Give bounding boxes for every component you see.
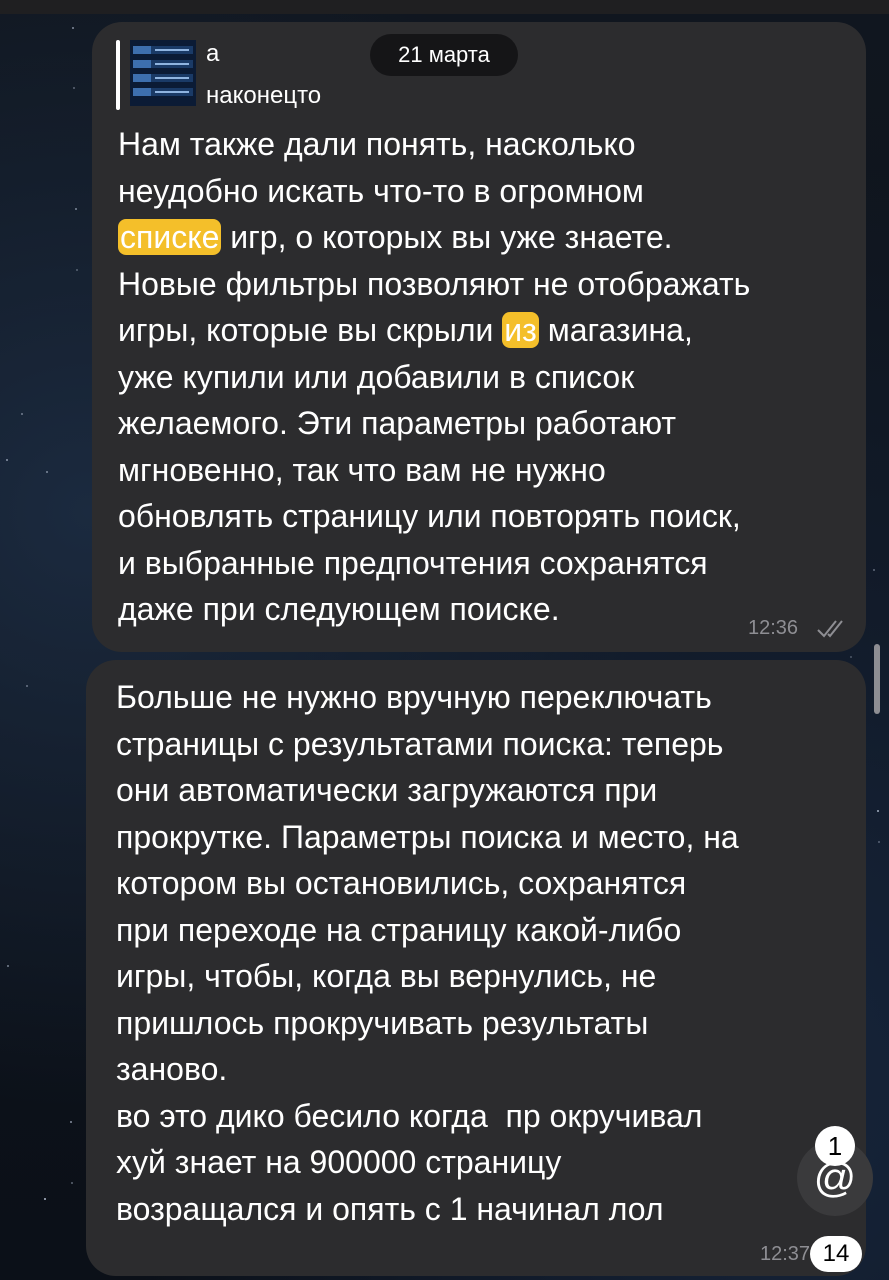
reply-quoted-text[interactable]: наконецто [206, 82, 321, 110]
message-text-run: Новые фильтры позволяют не отображать [118, 265, 751, 302]
star-dot [877, 840, 880, 843]
message-line: и выбранные предпочтения сохранятся [118, 540, 750, 587]
thumbnail-row [133, 88, 193, 96]
message-text-run: уже купили или добавили в список [118, 358, 635, 395]
message-line: они автоматически загружаются при [116, 767, 739, 814]
star-dot [75, 208, 78, 211]
message-text-run: неудобно искать что-то в огромном [118, 172, 644, 209]
reply-thumbnail[interactable] [130, 40, 196, 106]
message-text-run: заново. [116, 1051, 228, 1087]
message-line: игры, которые вы скрыли из магазина, [118, 307, 750, 354]
message-line: Нам также дали понять, насколько [118, 121, 750, 168]
message-line: даже при следующем поиске. [118, 586, 750, 633]
message-text-run: желаемого. Эти параметры работают [118, 405, 677, 441]
message-line: возращался и опять с 1 начинал лол [116, 1186, 739, 1233]
message-line: страницы с результатами поиска: теперь [116, 721, 739, 768]
message-line: котором вы остановились, сохранятся [116, 860, 739, 907]
message-text-run: игры, чтобы, когда вы вернулись, не [116, 958, 657, 994]
thumbnail-row [133, 60, 193, 68]
unread-count-badge[interactable]: 14 [810, 1236, 862, 1272]
star-dot [44, 1198, 47, 1201]
reply-sender-name[interactable]: а [206, 40, 219, 68]
message-line: Больше не нужно вручную переключать [116, 674, 739, 721]
star-dot [877, 810, 880, 813]
message-line: заново. [116, 1046, 739, 1093]
search-highlight[interactable]: списке [118, 219, 222, 255]
search-highlight[interactable]: из [502, 312, 539, 348]
star-dot [6, 459, 9, 462]
star-dot [21, 412, 24, 415]
star-dot [70, 1181, 73, 1184]
star-dot [7, 965, 10, 968]
message-text-run: Нам также дали понять, насколько [118, 126, 636, 162]
message-line: прокрутке. Параметры поиска и место, на [116, 814, 739, 861]
scrollbar[interactable] [874, 644, 880, 714]
message-line: во это дико бесило когда пр окручивал [116, 1093, 739, 1140]
message-text-run: мгновенно, так что вам не нужно [118, 451, 606, 488]
message-text-run: даже при следующем поиске. [118, 591, 560, 627]
message-text-run: и выбранные предпочтения сохранятся [118, 544, 708, 581]
message-line: Новые фильтры позволяют не отображать [118, 261, 750, 308]
message-text-run: во это дико бесило когда пр окручивал [116, 1097, 703, 1134]
message-text-run: пришлось прокручивать результаты [116, 1004, 649, 1041]
message-text-run: возращался и опять с 1 начинал лол [116, 1190, 664, 1227]
message-time-1: 12:36 [748, 617, 799, 639]
message-text-run: магазина, [538, 312, 693, 348]
star-dot [25, 684, 28, 687]
double-check-icon [817, 620, 843, 638]
star-dot [45, 470, 48, 473]
message-line: уже купили или добавили в список [118, 354, 750, 401]
message-text-run: прокрутке. Параметры поиска и место, на [116, 818, 739, 855]
message-line: желаемого. Эти параметры работают [118, 400, 750, 447]
message-text-run: страницы с результатами поиска: теперь [116, 725, 724, 762]
star-dot [69, 1121, 72, 1124]
message-line: при переходе на страницу какой-либо [116, 907, 739, 954]
date-pill: 21 марта [370, 34, 518, 76]
message-line: обновлять страницу или повторять поиск, [118, 493, 750, 540]
message-time-2: 12:37 [760, 1243, 811, 1265]
mention-count-badge: 1 [815, 1126, 855, 1166]
message-text-2: Больше не нужно вручную переключать стран… [116, 674, 739, 1232]
star-dot [873, 568, 876, 571]
message-text-run: котором вы остановились, сохранятся [116, 865, 687, 901]
top-bar-edge [0, 0, 889, 14]
message-line: хуй знает на 900000 страницу [116, 1139, 739, 1186]
message-line: игры, чтобы, когда вы вернулись, не [116, 953, 739, 1000]
message-line: мгновенно, так что вам не нужно [118, 447, 750, 494]
message-text-run: игр, о которых вы уже знаете. [221, 219, 673, 255]
message-line: списке игр, о которых вы уже знаете. [118, 214, 750, 261]
star-dot [850, 656, 853, 659]
message-text-run: хуй знает на 900000 страницу [116, 1144, 562, 1180]
star-dot [76, 268, 79, 271]
reply-quote-bar [116, 40, 120, 110]
message-text-run: обновлять страницу или повторять поиск, [118, 498, 741, 534]
message-text-run: игры, которые вы скрыли [118, 312, 503, 348]
message-line: неудобно искать что-то в огромном [118, 168, 750, 215]
message-text-run: они автоматически загружаются при [116, 772, 658, 808]
message-text-1: Нам также дали понять, насколько неудобно… [118, 121, 750, 633]
star-dot [72, 26, 75, 29]
thumbnail-row [133, 74, 193, 82]
message-text-run: Больше не нужно вручную переключать [116, 679, 712, 715]
star-dot [73, 87, 76, 90]
message-text-run: при переходе на страницу какой-либо [116, 911, 682, 948]
message-line: пришлось прокручивать результаты [116, 1000, 739, 1047]
thumbnail-row [133, 46, 193, 54]
